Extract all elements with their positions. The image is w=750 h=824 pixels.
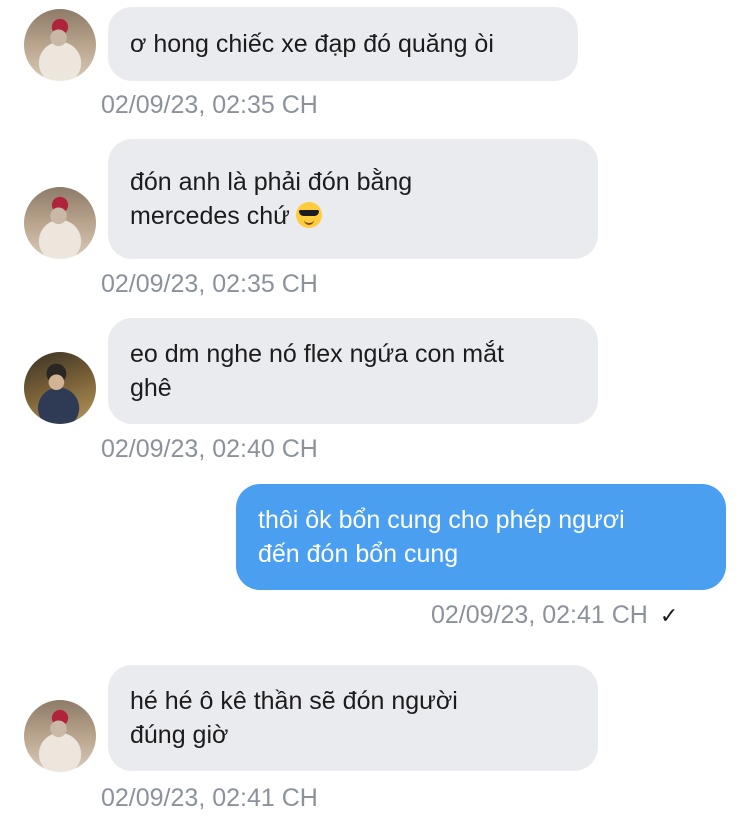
message-text: đón anh là phải đón bằng mercedes chứ: [130, 168, 413, 230]
sender-avatar[interactable]: [24, 9, 96, 81]
message-timestamp: 02/09/23, 02:41 CH: [101, 784, 318, 812]
smiling-face-with-sunglasses-icon: [295, 202, 322, 228]
message-timestamp: 02/09/23, 02:41 CH ✓: [431, 601, 679, 629]
message-text: eo dm nghe nó flex ngứa con mắt ghê: [130, 340, 504, 402]
sender-avatar[interactable]: [24, 352, 96, 424]
message-bubble-incoming[interactable]: eo dm nghe nó flex ngứa con mắt ghê: [108, 318, 598, 424]
message-bubble-incoming[interactable]: ơ hong chiếc xe đạp đó quăng òi: [108, 7, 578, 81]
message-text: ơ hong chiếc xe đạp đó quăng òi: [130, 30, 494, 58]
message-timestamp: 02/09/23, 02:35 CH: [101, 91, 318, 119]
sender-avatar[interactable]: [24, 700, 96, 772]
message-text: hé hé ô kê thần sẽ đón người đúng giờ: [130, 687, 458, 749]
checkmark-sent-icon: ✓: [659, 603, 679, 628]
message-bubble-incoming[interactable]: hé hé ô kê thần sẽ đón người đúng giờ: [108, 665, 598, 771]
message-timestamp: 02/09/23, 02:35 CH: [101, 270, 318, 298]
sender-avatar[interactable]: [24, 187, 96, 259]
message-timestamp: 02/09/23, 02:40 CH: [101, 435, 318, 463]
message-bubble-outgoing[interactable]: thôi ôk bổn cung cho phép ngươi đến đón …: [236, 484, 726, 590]
message-text: thôi ôk bổn cung cho phép ngươi đến đón …: [258, 506, 625, 568]
message-bubble-incoming[interactable]: đón anh là phải đón bằng mercedes chứ: [108, 139, 598, 259]
